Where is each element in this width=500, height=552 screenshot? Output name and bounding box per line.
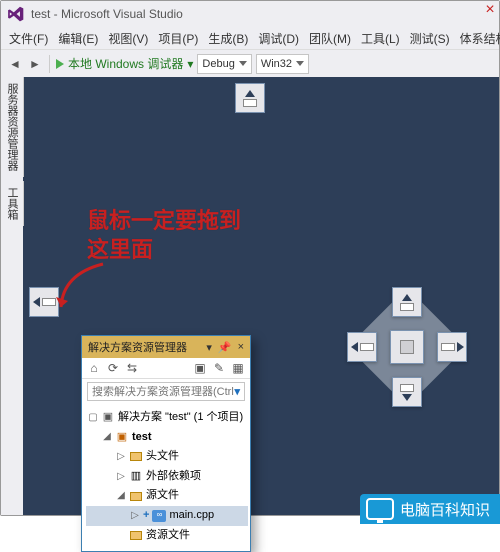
menu-file[interactable]: 文件(F)	[5, 28, 52, 49]
vtab-server-explorer[interactable]: 服务器资源管理器	[1, 77, 24, 177]
external-icon: ▥	[129, 471, 143, 483]
tree-project-node[interactable]: ◢ ▣ test	[86, 428, 248, 448]
expander-open-icon[interactable]: ◢	[102, 429, 112, 445]
monitor-icon	[366, 498, 394, 520]
panel-title-text: 解决方案资源管理器	[88, 339, 187, 355]
brand-badge: 电脑百科知识	[360, 494, 500, 524]
arrow-left-icon	[33, 297, 40, 307]
vs-logo-icon	[7, 5, 25, 23]
dock-target-up[interactable]	[392, 287, 422, 317]
menu-debug[interactable]: 调试(D)	[254, 28, 303, 49]
vtab-toolbox[interactable]: 工具箱	[1, 181, 24, 226]
properties-icon[interactable]: ✎	[212, 361, 226, 375]
search-expand-icon[interactable]: ▾	[234, 385, 240, 398]
expander-open-icon[interactable]: ◢	[116, 488, 126, 504]
project-icon: ▣	[115, 431, 129, 443]
expander-closed-icon[interactable]: ▷	[116, 449, 126, 465]
tree-folder-external[interactable]: ▷ ▥ 外部依赖项	[86, 467, 248, 487]
panel-pin-icon[interactable]: 📌	[218, 341, 232, 354]
menu-build[interactable]: 生成(B)	[204, 28, 252, 49]
panel-titlebar[interactable]: 解决方案资源管理器 ▾ 📌 ×	[82, 336, 250, 358]
tree-solution-node[interactable]: ▢ ▣ 解决方案 "test" (1 个项目)	[86, 408, 248, 428]
arrow-down-icon	[402, 394, 412, 401]
home-icon[interactable]: ⌂	[87, 361, 101, 375]
expander-closed-icon[interactable]: ▷	[130, 508, 140, 524]
tree-folder-headers[interactable]: ▷ 头文件	[86, 447, 248, 467]
menubar: 文件(F) 编辑(E) 视图(V) 项目(P) 生成(B) 调试(D) 团队(M…	[1, 27, 499, 49]
tree-file-main[interactable]: ▷ + ∞ main.cpp	[86, 506, 248, 526]
dock-target-edge-top[interactable]	[235, 83, 265, 113]
platform-dropdown[interactable]: Win32	[256, 54, 309, 74]
folder-resources-label: 资源文件	[146, 527, 190, 545]
folder-icon	[130, 531, 142, 540]
toolbar: ◄ ► 本地 Windows 调试器 ▾ Debug Win32	[1, 49, 499, 77]
menu-tools[interactable]: 工具(L)	[357, 28, 404, 49]
arrow-up-icon	[402, 294, 412, 301]
workspace: 服务器资源管理器 工具箱	[1, 77, 499, 515]
dock-target-down[interactable]	[392, 377, 422, 407]
folder-headers-label: 头文件	[146, 448, 179, 466]
menu-project[interactable]: 项目(P)	[154, 28, 202, 49]
menu-test[interactable]: 测试(S)	[406, 28, 454, 49]
annotation-arrow-icon	[53, 259, 113, 319]
menu-team[interactable]: 团队(M)	[305, 28, 355, 49]
menu-edit[interactable]: 编辑(E)	[54, 28, 102, 49]
solution-tree: ▢ ▣ 解决方案 "test" (1 个项目) ◢ ▣ test ▷ 头文件 ▷…	[82, 404, 250, 551]
expander-closed-icon[interactable]: ▷	[116, 469, 126, 485]
window-title: test - Microsoft Visual Studio	[31, 7, 183, 21]
tree-folder-resources[interactable]: 资源文件	[86, 526, 248, 546]
dock-target-center[interactable]	[390, 330, 424, 364]
config-dropdown[interactable]: Debug	[197, 54, 251, 74]
expander-icon[interactable]: ▢	[88, 410, 98, 426]
folder-sources-label: 源文件	[146, 487, 179, 505]
panel-search[interactable]: ▾	[87, 382, 245, 401]
arrow-right-icon	[457, 342, 464, 352]
dock-target-right[interactable]	[437, 332, 467, 362]
arrow-left-icon	[351, 342, 358, 352]
menu-architecture[interactable]: 体系结构(C)	[456, 28, 500, 49]
brand-text: 电脑百科知识	[400, 499, 490, 520]
run-button[interactable]: 本地 Windows 调试器 ▾	[56, 55, 193, 72]
arrow-up-icon	[245, 90, 255, 97]
vertical-tab-strip: 服务器资源管理器 工具箱	[1, 77, 23, 515]
panel-toolbar: ⌂ ⟳ ⇆ ▣ ✎ ▦	[82, 358, 250, 379]
expand-plus-icon[interactable]: +	[143, 507, 149, 525]
panel-dropdown-icon[interactable]: ▾	[206, 341, 212, 354]
nav-forward-icon[interactable]: ►	[27, 56, 43, 72]
play-icon	[56, 59, 64, 69]
collapse-icon[interactable]: ▣	[193, 361, 207, 375]
chevron-down-icon	[239, 61, 247, 66]
show-all-icon[interactable]: ▦	[231, 361, 245, 375]
tree-folder-sources[interactable]: ◢ 源文件	[86, 486, 248, 506]
panel-search-input[interactable]	[92, 386, 234, 398]
annotation-text: 鼠标一定要拖到 这里面	[87, 207, 241, 264]
folder-external-label: 外部依赖项	[146, 468, 201, 486]
panel-close-icon[interactable]: ×	[238, 341, 244, 354]
run-label: 本地 Windows 调试器	[68, 55, 183, 72]
file-main-label: main.cpp	[169, 507, 214, 525]
menu-view[interactable]: 视图(V)	[104, 28, 152, 49]
solution-explorer-panel[interactable]: 解决方案资源管理器 ▾ 📌 × ⌂ ⟳ ⇆ ▣ ✎ ▦ ▾	[81, 335, 251, 552]
cpp-file-icon: ∞	[152, 510, 166, 522]
config-selected: Debug	[202, 58, 234, 70]
annotation-line1: 鼠标一定要拖到	[87, 207, 241, 236]
nav-back-icon[interactable]: ◄	[7, 56, 23, 72]
refresh-icon[interactable]: ⟳	[106, 361, 120, 375]
solution-label: 解决方案 "test" (1 个项目)	[118, 409, 243, 427]
dock-compass	[347, 287, 467, 407]
solution-icon: ▣	[101, 412, 115, 424]
chevron-down-icon	[296, 61, 304, 66]
toolbar-separator	[49, 55, 50, 73]
titlebar: test - Microsoft Visual Studio	[1, 1, 499, 27]
sync-icon[interactable]: ⇆	[125, 361, 139, 375]
folder-icon	[130, 452, 142, 461]
platform-selected: Win32	[261, 58, 292, 70]
dock-target-left[interactable]	[347, 332, 377, 362]
project-name: test	[132, 429, 152, 447]
folder-icon	[130, 492, 142, 501]
close-icon: ×	[481, 1, 499, 19]
